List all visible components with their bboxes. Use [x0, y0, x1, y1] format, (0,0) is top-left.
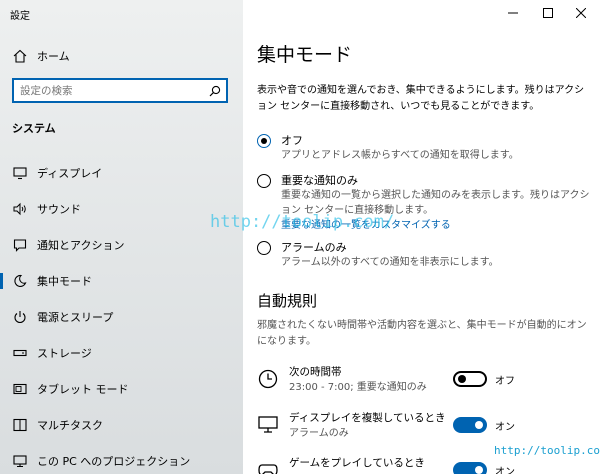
- minimize-button[interactable]: [497, 0, 529, 26]
- rule-duplicating-display[interactable]: ディスプレイを複製しているとき アラームのみ オン: [257, 411, 593, 447]
- option-label: 重要な通知のみ: [281, 174, 358, 187]
- search-icon[interactable]: [204, 80, 226, 101]
- option-off[interactable]: オフ アプリとアドレス帳からすべての通知を取得します。: [257, 133, 591, 163]
- radio-button[interactable]: [257, 174, 271, 188]
- speaker-icon: [13, 202, 27, 216]
- toggle-knob: [458, 375, 466, 383]
- rule-text: 次の時間帯 23:00 - 7:00; 重要な通知のみ: [289, 365, 453, 395]
- close-button[interactable]: [565, 0, 597, 26]
- search-box[interactable]: [12, 78, 228, 103]
- page-description: 表示や音での通知を選んでおき、集中できるようにします。残りはアクション センター…: [257, 85, 585, 112]
- rule-title: ゲームをプレイしているとき: [289, 457, 425, 469]
- toggle-state-label: オフ: [495, 376, 515, 387]
- sidebar-item-projection[interactable]: この PC へのプロジェクション: [0, 443, 243, 474]
- home-icon: [13, 49, 27, 63]
- sidebar-item-sound[interactable]: サウンド: [0, 191, 243, 227]
- rule-subtitle: アラームのみ: [289, 428, 349, 439]
- toggle-knob: [475, 466, 483, 474]
- sidebar-item-focus-assist[interactable]: 集中モード: [0, 263, 243, 299]
- sidebar-item-label: マルチタスク: [37, 419, 103, 432]
- rule-toggle[interactable]: [453, 462, 487, 474]
- option-text: オフ アプリとアドレス帳からすべての通知を取得します。: [281, 133, 591, 163]
- watermark: http://toolip.com/: [210, 212, 395, 232]
- sidebar-nav: ディスプレイ サウンド 通知とアクション 集中モード 電源とスリープ ストレージ…: [0, 155, 243, 474]
- option-label: アラームのみ: [281, 241, 347, 254]
- sidebar-item-label: 集中モード: [37, 275, 92, 288]
- sidebar-item-tablet-mode[interactable]: タブレット モード: [0, 371, 243, 407]
- notification-icon: [13, 238, 27, 252]
- rule-time-range[interactable]: 次の時間帯 23:00 - 7:00; 重要な通知のみ オフ: [257, 365, 593, 401]
- rule-subtitle: 23:00 - 7:00; 重要な通知のみ: [289, 382, 427, 393]
- sidebar-item-multitasking[interactable]: マルチタスク: [0, 407, 243, 443]
- watermark-corner: http://toolip.com/: [492, 444, 600, 457]
- toggle-state-label: オン: [495, 467, 515, 474]
- monitor-icon: [257, 414, 279, 436]
- toggle-state-label: オン: [495, 422, 515, 433]
- radio-button[interactable]: [257, 241, 271, 255]
- rule-text: ディスプレイを複製しているとき アラームのみ: [289, 411, 453, 441]
- storage-icon: [13, 346, 27, 360]
- sidebar-item-label: 通知とアクション: [37, 239, 125, 252]
- sidebar-section-title: システム: [12, 122, 56, 135]
- auto-rules-description: 邪魔されたくない時間帯や活動内容を選ぶと、集中モードが自動的にオンになります。: [257, 320, 587, 347]
- option-description: アラーム以外のすべての通知を非表示にします。: [281, 257, 499, 268]
- gamepad-icon: [257, 459, 279, 474]
- sidebar-item-label: この PC へのプロジェクション: [37, 455, 191, 468]
- option-label: オフ: [281, 134, 303, 147]
- rule-title: ディスプレイを複製しているとき: [289, 412, 446, 424]
- sidebar-item-label: タブレット モード: [37, 383, 129, 396]
- sidebar-item-home[interactable]: ホーム: [0, 45, 243, 67]
- projection-icon: [13, 454, 27, 468]
- auto-rules-title: 自動規則: [257, 292, 318, 310]
- option-text: アラームのみ アラーム以外のすべての通知を非表示にします。: [281, 240, 591, 270]
- search-input[interactable]: [14, 80, 204, 101]
- sidebar-item-display[interactable]: ディスプレイ: [0, 155, 243, 191]
- rule-playing-game[interactable]: ゲームをプレイしているとき オン: [257, 456, 593, 474]
- tablet-icon: [13, 382, 27, 396]
- close-icon: [576, 8, 586, 18]
- multitask-icon: [13, 418, 27, 432]
- option-alarms-only[interactable]: アラームのみ アラーム以外のすべての通知を非表示にします。: [257, 240, 591, 270]
- sidebar-item-label: ディスプレイ: [37, 167, 103, 180]
- sidebar: 設定 ホーム システム ディスプレイ サウンド: [0, 0, 243, 474]
- maximize-button[interactable]: [532, 0, 564, 26]
- sidebar-item-label: ストレージ: [37, 347, 92, 360]
- power-icon: [13, 310, 27, 324]
- main-content: 集中モード 表示や音での通知を選んでおき、集中できるようにします。残りはアクショ…: [243, 28, 600, 474]
- rule-toggle[interactable]: [453, 417, 487, 433]
- maximize-icon: [543, 8, 553, 18]
- radio-dot: [261, 138, 267, 144]
- rule-toggle[interactable]: [453, 371, 487, 387]
- toggle-knob: [475, 421, 483, 429]
- sidebar-item-label: 電源とスリープ: [37, 311, 114, 324]
- display-icon: [13, 166, 27, 180]
- sidebar-item-notifications[interactable]: 通知とアクション: [0, 227, 243, 263]
- rule-title: 次の時間帯: [289, 366, 342, 378]
- sidebar-item-label: サウンド: [37, 203, 81, 216]
- window-title: 設定: [10, 11, 30, 22]
- moon-icon: [13, 274, 27, 288]
- sidebar-item-label: ホーム: [37, 50, 70, 63]
- sidebar-item-storage[interactable]: ストレージ: [0, 335, 243, 371]
- page-title: 集中モード: [257, 44, 353, 66]
- clock-icon: [257, 368, 279, 390]
- title-bar: [243, 0, 600, 28]
- rule-text: ゲームをプレイしているとき: [289, 456, 453, 471]
- sidebar-item-power[interactable]: 電源とスリープ: [0, 299, 243, 335]
- minimize-icon: [508, 12, 518, 14]
- option-description: アプリとアドレス帳からすべての通知を取得します。: [281, 150, 519, 161]
- radio-button[interactable]: [257, 134, 271, 148]
